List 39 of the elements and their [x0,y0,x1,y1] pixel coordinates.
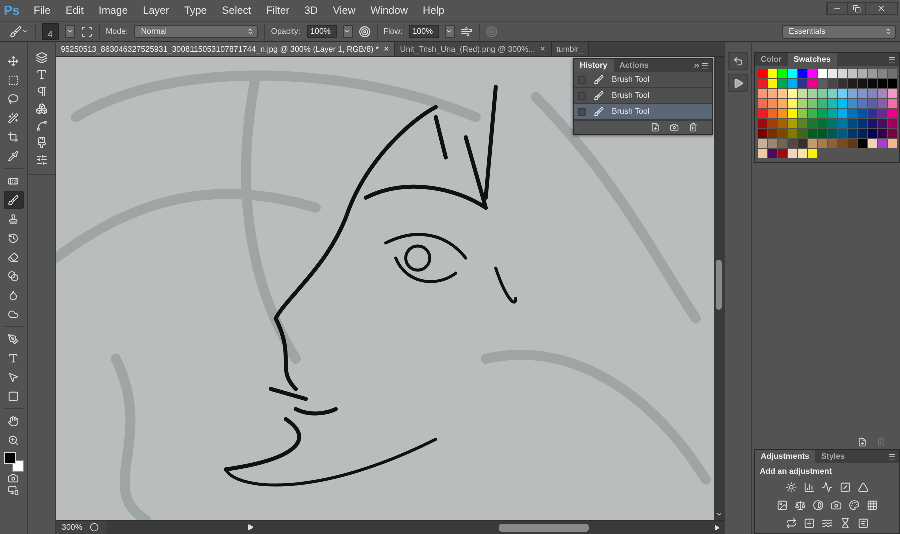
panel-tab[interactable]: Actions [614,59,655,72]
document-tab[interactable]: Unit_Trish_Una_(Red).png @ 300%... × [395,42,552,56]
mode-label: Mode: [106,27,128,36]
menu-item[interactable]: Image [98,4,128,16]
menu-item[interactable]: Layer [143,4,170,16]
menu-item[interactable]: Filter [266,4,290,16]
menu-item[interactable]: Window [370,4,408,16]
document-tab[interactable]: 95250513_863046327525931_3008115053107871744_n.jpg @ 300% (Layer 1, RGB/8) * × [56,42,396,56]
document-tab[interactable]: tumblr_ [552,42,590,56]
menu-item[interactable]: View [333,4,356,16]
tab-close-button[interactable]: × [540,44,546,54]
zoom-level: 300% [62,523,82,532]
app-logo: Ps [4,3,20,18]
menu-item[interactable]: Select [222,4,252,16]
flow-label: Flow: [384,27,403,36]
menu-item[interactable]: 3D [304,4,318,16]
brush-size-button[interactable]: 4 [42,23,59,40]
history-item[interactable]: Brush Tool [574,72,712,88]
menu-item[interactable]: Help [423,4,445,16]
tab-close-button[interactable]: × [384,44,390,54]
history-item[interactable]: Brush Tool [574,88,712,104]
opacity-label: Opacity: [271,27,301,36]
history-item[interactable]: Brush Tool [574,104,712,120]
mode-select[interactable]: Normal [134,25,258,38]
panel-tab[interactable]: Adjustments [755,450,816,463]
panel-heading: Add an adjustment [759,466,834,478]
menu-item[interactable]: Type [184,4,208,16]
history-item-label: Brush Tool [612,75,650,84]
workspace-select[interactable]: Essentials [782,24,896,38]
opacity-field[interactable]: 100% [306,25,337,38]
panel-tab[interactable]: History [574,59,614,72]
menu-item[interactable]: File [34,4,51,16]
panel-tab[interactable]: Color [755,53,788,66]
flow-field[interactable]: 100% [408,25,439,38]
panel-tab[interactable]: Styles [815,450,852,463]
history-item-label: Brush Tool [612,107,650,116]
history-item-label: Brush Tool [612,91,650,100]
menu-item[interactable]: Edit [66,4,84,16]
panel-tab[interactable]: Swatches [788,53,837,66]
